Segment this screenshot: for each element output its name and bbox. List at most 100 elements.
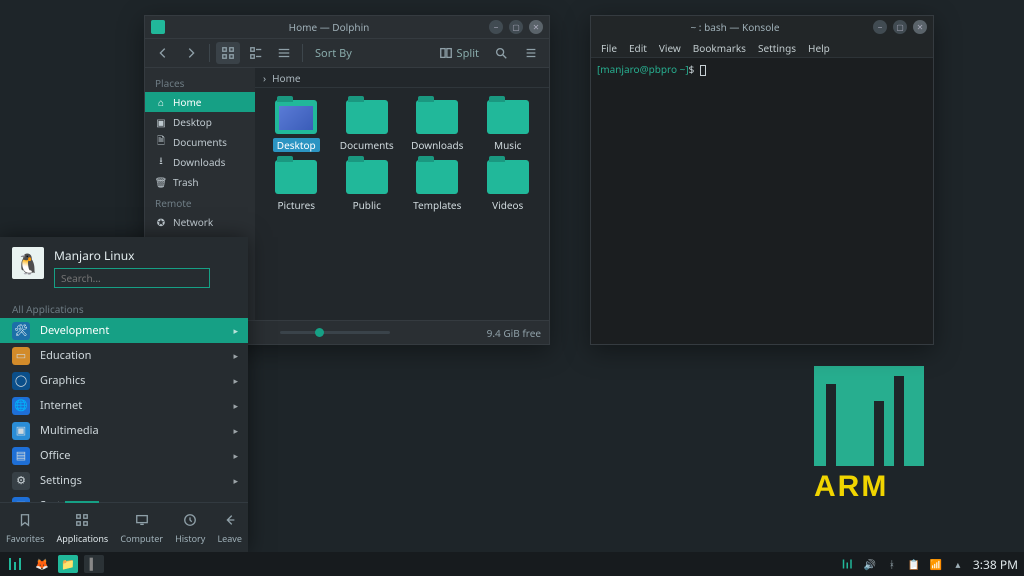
taskbar-dolphin[interactable]: 📁 xyxy=(58,555,78,573)
chevron-right-icon: ▸ xyxy=(233,449,238,462)
chevron-right-icon: ▸ xyxy=(233,499,238,502)
chevron-right-icon: ▸ xyxy=(233,399,238,412)
category-multimedia[interactable]: ▣Multimedia▸ xyxy=(0,418,248,443)
bookmark-icon xyxy=(15,511,35,529)
back-button[interactable] xyxy=(151,42,175,64)
free-space: 9.4 GiB free xyxy=(487,326,541,340)
app-launcher-button[interactable] xyxy=(6,555,26,573)
search-button[interactable] xyxy=(489,42,513,64)
close-button[interactable]: ✕ xyxy=(529,20,543,34)
desktop-icon: ▣ xyxy=(155,116,167,128)
remote-header: Remote xyxy=(145,192,255,212)
graphics-icon: ◯ xyxy=(12,372,30,390)
details-view-button[interactable] xyxy=(272,42,296,64)
user-avatar[interactable]: 🐧 xyxy=(12,247,44,279)
minimize-button[interactable]: ‒ xyxy=(873,20,887,34)
prompt-user: [manjaro@pbpro ~] xyxy=(597,62,689,76)
folder-icon xyxy=(346,100,388,134)
network-icon: ✪ xyxy=(155,216,167,228)
category-settings[interactable]: ⚙Settings▸ xyxy=(0,468,248,493)
folder-item-public[interactable]: Public xyxy=(334,160,401,212)
search-input[interactable] xyxy=(54,268,210,288)
tray-clipboard-icon[interactable]: 📋 xyxy=(907,557,921,571)
category-office[interactable]: ▤Office▸ xyxy=(0,443,248,468)
konsole-titlebar[interactable]: ~ : bash — Konsole ‒ ▢ ✕ xyxy=(591,16,933,38)
folder-item-videos[interactable]: Videos xyxy=(475,160,542,212)
taskbar-firefox[interactable]: 🦊 xyxy=(32,555,52,573)
desktop-logo-text: ARM xyxy=(814,470,924,504)
category-system[interactable]: ▣System▸ xyxy=(0,493,248,502)
tray-network-icon[interactable]: 📶 xyxy=(929,557,943,571)
close-button[interactable]: ✕ xyxy=(913,20,927,34)
folder-item-downloads[interactable]: Downloads xyxy=(404,100,471,152)
hamburger-menu-button[interactable] xyxy=(519,42,543,64)
application-launcher: 🐧 Manjaro Linux All Applications 🛠Develo… xyxy=(0,237,248,552)
folder-item-templates[interactable]: Templates xyxy=(404,160,471,212)
menu-settings[interactable]: Settings xyxy=(758,41,796,55)
minimize-button[interactable]: ‒ xyxy=(489,20,503,34)
chevron-right-icon: ▸ xyxy=(233,349,238,362)
maximize-button[interactable]: ▢ xyxy=(509,20,523,34)
menu-help[interactable]: Help xyxy=(808,41,830,55)
tray-expand-icon[interactable]: ▴ xyxy=(951,557,965,571)
konsole-title: ~ : bash — Konsole xyxy=(597,20,873,34)
sort-by-button[interactable]: Sort By xyxy=(309,42,358,64)
panel-clock[interactable]: 3:38 PM xyxy=(973,556,1018,573)
chevron-right-icon: ▸ xyxy=(233,324,238,337)
chevron-right-icon: ▸ xyxy=(233,474,238,487)
folder-icon xyxy=(275,100,317,134)
category-internet[interactable]: 🌐Internet▸ xyxy=(0,393,248,418)
tab-favorites[interactable]: Favorites xyxy=(6,511,44,545)
menu-view[interactable]: View xyxy=(659,41,681,55)
compact-view-button[interactable] xyxy=(244,42,268,64)
folder-item-pictures[interactable]: Pictures xyxy=(263,160,330,212)
folder-icon xyxy=(416,160,458,194)
distro-name: Manjaro Linux xyxy=(54,247,236,264)
konsole-menubar: File Edit View Bookmarks Settings Help xyxy=(591,38,933,58)
folder-icon xyxy=(487,100,529,134)
icons-view-button[interactable] xyxy=(216,42,240,64)
split-button[interactable]: Split xyxy=(435,42,483,64)
monitor-icon xyxy=(132,511,152,529)
places-item-desktop[interactable]: ▣Desktop xyxy=(145,112,255,132)
category-development[interactable]: 🛠Development▸ xyxy=(0,318,248,343)
settings-icon: ⚙ xyxy=(12,472,30,490)
menu-edit[interactable]: Edit xyxy=(629,41,647,55)
places-item-trash[interactable]: 🗑Trash xyxy=(145,172,255,192)
menu-bookmarks[interactable]: Bookmarks xyxy=(693,41,746,55)
terminal-area[interactable]: [manjaro@pbpro ~]$ xyxy=(591,58,933,344)
panel: 🦊 📁 ▍ 🔊 ᚼ 📋 📶 ▴ 3:38 PM xyxy=(0,552,1024,576)
tray-bluetooth-icon[interactable]: ᚼ xyxy=(885,557,899,571)
system-icon: ▣ xyxy=(12,497,30,503)
chevron-right-icon: ▸ xyxy=(233,374,238,387)
category-graphics[interactable]: ◯Graphics▸ xyxy=(0,368,248,393)
places-item-home[interactable]: ⌂Home xyxy=(145,92,255,112)
places-item-network[interactable]: ✪Network xyxy=(145,212,255,232)
dolphin-titlebar[interactable]: Home — Dolphin ‒ ▢ ✕ xyxy=(145,16,549,38)
places-item-downloads[interactable]: ⭳Downloads xyxy=(145,152,255,172)
chevron-right-icon: ▸ xyxy=(233,424,238,437)
category-education[interactable]: ▭Education▸ xyxy=(0,343,248,368)
split-label: Split xyxy=(457,46,479,61)
downloads-icon: ⭳ xyxy=(155,156,167,168)
breadcrumb[interactable]: ›Home xyxy=(255,68,549,88)
forward-button[interactable] xyxy=(179,42,203,64)
folder-item-documents[interactable]: Documents xyxy=(334,100,401,152)
folder-item-music[interactable]: Music xyxy=(475,100,542,152)
tab-history[interactable]: History xyxy=(175,511,205,545)
terminal-cursor xyxy=(700,65,706,76)
places-item-documents[interactable]: 🗎Documents xyxy=(145,132,255,152)
clock-icon xyxy=(180,511,200,529)
tray-manjaro-icon[interactable] xyxy=(841,557,855,571)
tab-applications[interactable]: Applications xyxy=(57,511,109,545)
tab-computer[interactable]: Computer xyxy=(120,511,163,545)
tab-leave[interactable]: Leave xyxy=(217,511,242,545)
sort-by-label: Sort By xyxy=(315,46,352,61)
taskbar-konsole[interactable]: ▍ xyxy=(84,555,104,573)
breadcrumb-segment[interactable]: Home xyxy=(272,71,300,85)
menu-file[interactable]: File xyxy=(601,41,617,55)
folder-item-desktop[interactable]: Desktop xyxy=(263,100,330,152)
maximize-button[interactable]: ▢ xyxy=(893,20,907,34)
tray-volume-icon[interactable]: 🔊 xyxy=(863,557,877,571)
konsole-window: ~ : bash — Konsole ‒ ▢ ✕ File Edit View … xyxy=(590,15,934,345)
